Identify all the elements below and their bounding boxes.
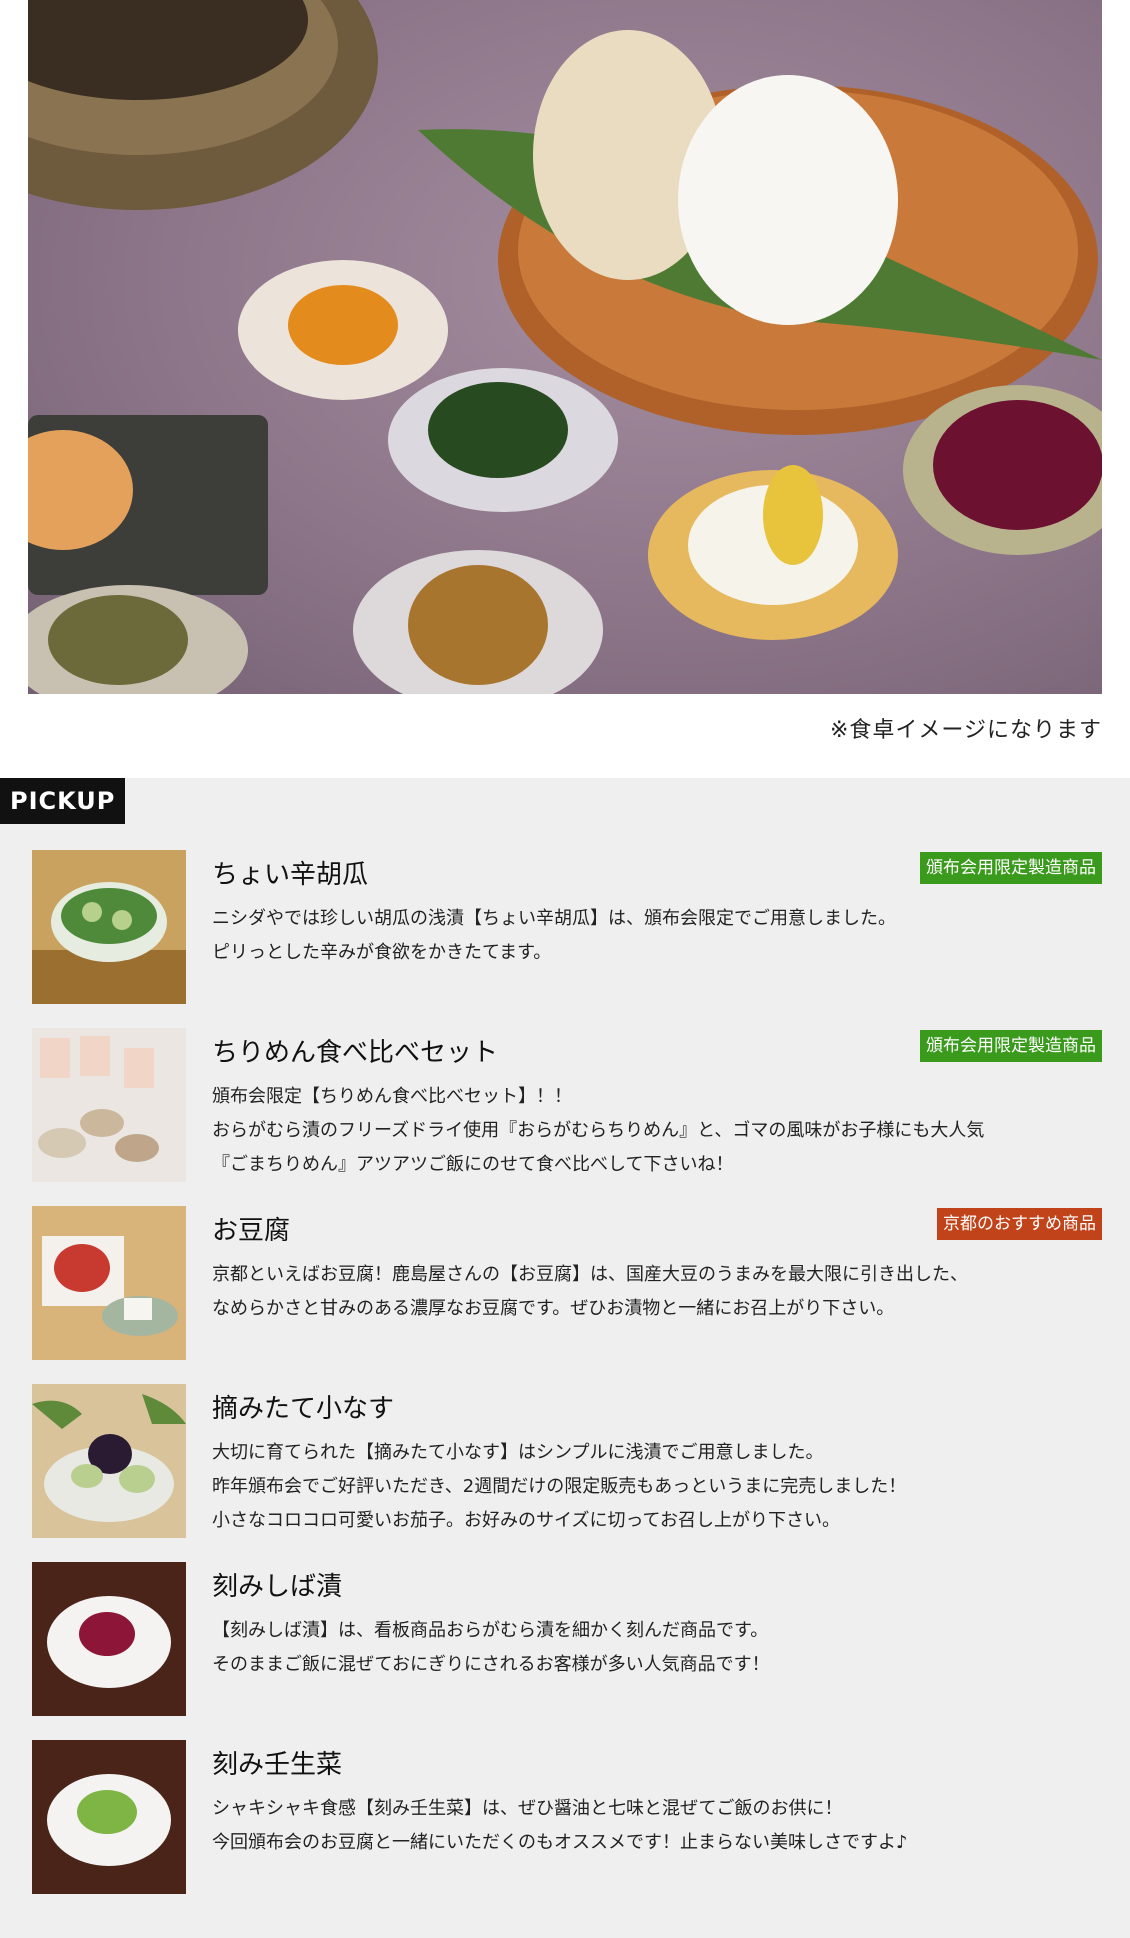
mibuna-icon	[32, 1740, 186, 1894]
product-title[interactable]: 摘みたて小なす	[212, 1388, 394, 1425]
product-description: 大切に育てられた【摘みたて小なす】はシンプルに浅漬でご用意しました。 昨年頒布会…	[212, 1436, 1092, 1538]
description-line: 今回頒布会のお豆腐と一緒にいただくのもオススメです！止まらない美味しさですよ♪	[212, 1832, 908, 1853]
description-line: そのままご飯に混ぜておにぎりにされるお客様が多い人気商品です！	[212, 1654, 770, 1675]
product-title[interactable]: お豆腐	[212, 1210, 290, 1247]
status-badge: 京都のおすすめ商品	[937, 1208, 1102, 1240]
product-description: 頒布会限定【ちりめん食べ比べセット】！！ おらがむら漬のフリーズドライ使用『おら…	[212, 1080, 1092, 1182]
description-line: 小さなコロコロ可愛いお茄子。お好みのサイズに切ってお召し上がり下さい。	[212, 1510, 841, 1531]
status-badge: 頒布会用限定製造商品	[920, 852, 1102, 884]
food-table-photo-icon	[28, 0, 1102, 694]
description-line: 【刻みしば漬】は、看板商品おらがむら漬を細かく刻んだ商品です。	[212, 1620, 769, 1641]
status-badge: 頒布会用限定製造商品	[920, 1030, 1102, 1062]
description-line: 京都といえばお豆腐！鹿島屋さんの【お豆腐】は、国産大豆のうまみを最大限に引き出し…	[212, 1264, 968, 1285]
description-line: おらがむら漬のフリーズドライ使用『おらがむらちりめん』と、ゴマの風味がお子様にも…	[212, 1120, 985, 1141]
pickup-section: PICKUP ちょい辛胡瓜 頒布会用限定製造商品 ニシダやでは珍しい胡瓜の浅漬【…	[0, 778, 1130, 1938]
pickup-item-shibazuke[interactable]: 刻みしば漬 【刻みしば漬】は、看板商品おらがむら漬を細かく刻んだ商品です。 その…	[32, 1562, 1102, 1718]
product-description: 【刻みしば漬】は、看板商品おらがむら漬を細かく刻んだ商品です。 そのままご飯に混…	[212, 1614, 1092, 1682]
shibazuke-icon	[32, 1562, 186, 1716]
chirimen-set-icon	[32, 1028, 186, 1182]
product-title[interactable]: 刻み壬生菜	[212, 1744, 342, 1781]
pickup-item-mibuna[interactable]: 刻み壬生菜 シャキシャキ食感【刻み壬生菜】は、ぜひ醤油と七味と混ぜてご飯のお供に…	[32, 1740, 1102, 1896]
product-title[interactable]: ちりめん食べ比べセット	[212, 1032, 498, 1069]
product-thumbnail[interactable]	[32, 1028, 186, 1182]
pickup-item-spicy-cucumber[interactable]: ちょい辛胡瓜 頒布会用限定製造商品 ニシダやでは珍しい胡瓜の浅漬【ちょい辛胡瓜】…	[32, 850, 1102, 1006]
pickup-item-tofu[interactable]: お豆腐 京都のおすすめ商品 京都といえばお豆腐！鹿島屋さんの【お豆腐】は、国産大…	[32, 1206, 1102, 1362]
product-description: ニシダやでは珍しい胡瓜の浅漬【ちょい辛胡瓜】は、頒布会限定でご用意しました。 ピ…	[212, 902, 1092, 970]
pickup-item-small-eggplant[interactable]: 摘みたて小なす 大切に育てられた【摘みたて小なす】はシンプルに浅漬でご用意しまし…	[32, 1384, 1102, 1540]
pickup-item-chirimen-set[interactable]: ちりめん食べ比べセット 頒布会用限定製造商品 頒布会限定【ちりめん食べ比べセット…	[32, 1028, 1102, 1184]
hero-image	[28, 0, 1102, 694]
product-description: シャキシャキ食感【刻み壬生菜】は、ぜひ醤油と七味と混ぜてご飯のお供に！ 今回頒布…	[212, 1792, 1092, 1860]
product-title[interactable]: 刻みしば漬	[212, 1566, 342, 1603]
tofu-icon	[32, 1206, 186, 1360]
product-thumbnail[interactable]	[32, 1206, 186, 1360]
description-line: ピリっとした辛みが食欲をかきたてます。	[212, 942, 552, 963]
description-line: なめらかさと甘みのある濃厚なお豆腐です。ぜひお漬物と一緒にお召上がり下さい。	[212, 1298, 895, 1319]
description-line: 『ごまちりめん』アツアツご飯にのせて食べ比べして下さいね！	[212, 1154, 734, 1175]
product-title[interactable]: ちょい辛胡瓜	[212, 854, 368, 891]
product-thumbnail[interactable]	[32, 1740, 186, 1894]
description-line: 大切に育てられた【摘みたて小なす】はシンプルに浅漬でご用意しました。	[212, 1442, 824, 1463]
hero-caption: ※食卓イメージになります	[830, 718, 1102, 743]
product-description: 京都といえばお豆腐！鹿島屋さんの【お豆腐】は、国産大豆のうまみを最大限に引き出し…	[212, 1258, 1092, 1326]
description-line: ニシダやでは珍しい胡瓜の浅漬【ちょい辛胡瓜】は、頒布会限定でご用意しました。	[212, 908, 896, 929]
product-thumbnail[interactable]	[32, 1562, 186, 1716]
eggplant-icon	[32, 1384, 186, 1538]
description-line: シャキシャキ食感【刻み壬生菜】は、ぜひ醤油と七味と混ぜてご飯のお供に！	[212, 1798, 843, 1819]
product-thumbnail[interactable]	[32, 850, 186, 1004]
product-thumbnail[interactable]	[32, 1384, 186, 1538]
description-line: 頒布会限定【ちりめん食べ比べセット】！！	[212, 1086, 572, 1107]
description-line: 昨年頒布会でご好評いただき、2週間だけの限定販売もあっというまに完売しました！	[212, 1476, 907, 1497]
cucumber-bowl-icon	[32, 850, 186, 1004]
page: ※食卓イメージになります PICKUP ちょい辛胡瓜 頒布会用限定製造商品 ニシ…	[0, 0, 1130, 1938]
pickup-label: PICKUP	[0, 778, 126, 824]
